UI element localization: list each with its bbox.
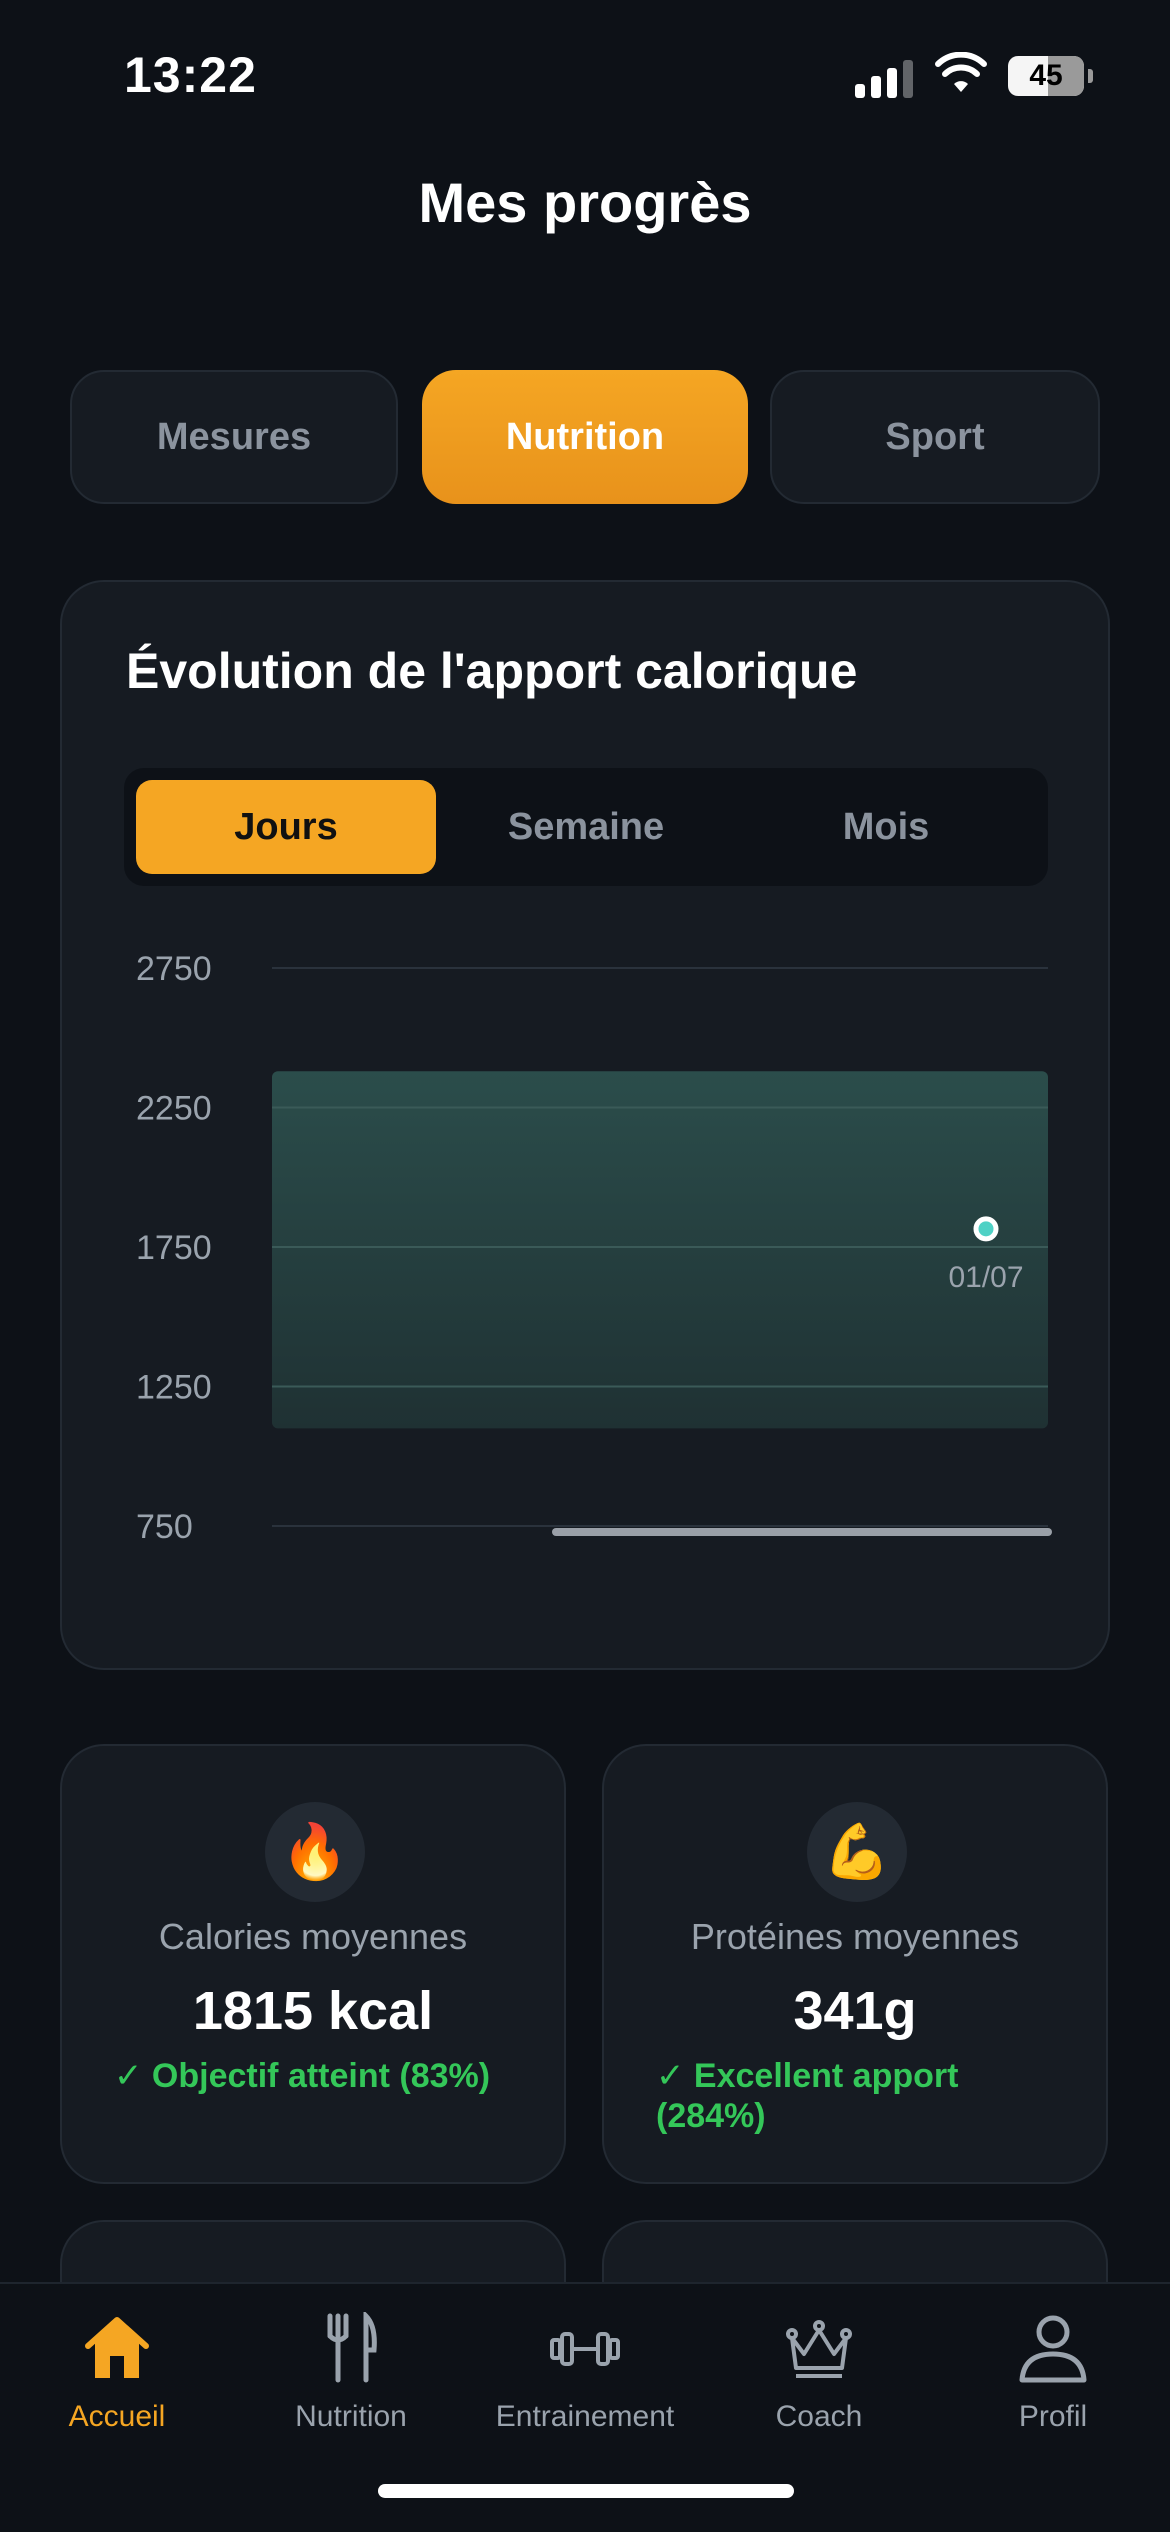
battery-level: 45 xyxy=(1029,59,1063,92)
cellular-signal-icon xyxy=(855,58,915,98)
chart-horizontal-scrollbar[interactable] xyxy=(552,1528,1052,1536)
status-time: 13:22 xyxy=(124,47,257,103)
calorie-line-chart[interactable]: 2750 2250 1750 1250 750 01/07 xyxy=(62,582,1108,1668)
y-axis-tick-label: 2750 xyxy=(136,950,212,988)
y-axis-tick-label: 1750 xyxy=(136,1229,212,1267)
nav-label-nutrition: Nutrition xyxy=(295,2400,407,2433)
average-calories-note: ✓ Objectif atteint (83%) xyxy=(114,2057,491,2095)
data-point[interactable] xyxy=(973,1216,999,1242)
target-range-band xyxy=(272,1071,1048,1429)
nav-label-accueil: Accueil xyxy=(68,2400,166,2433)
average-protein-card: 💪 Protéines moyennes 341g ✓ Excellent ap… xyxy=(602,1744,1108,2184)
nav-label-coach: Coach xyxy=(775,2400,863,2433)
status-bar: 13:22 45 xyxy=(0,0,1170,150)
nav-label-entrainement: Entrainement xyxy=(495,2400,675,2433)
nav-profil[interactable]: Profil xyxy=(936,2302,1170,2452)
wifi-icon xyxy=(935,52,987,92)
average-calories-card: 🔥 Calories moyennes 1815 kcal ✓ Objectif… xyxy=(60,1744,566,2184)
tab-mesures[interactable]: Mesures xyxy=(70,370,398,504)
flexed-biceps-icon: 💪 xyxy=(807,1802,907,1902)
home-indicator xyxy=(378,2484,794,2498)
screen: 13:22 45 Mes progrès Mesures Nutrition S… xyxy=(0,0,1170,2532)
average-calories-label: Calories moyennes xyxy=(158,1916,468,1957)
person-icon xyxy=(1019,2315,1087,2383)
average-protein-note: ✓ Excellent apport (284%) xyxy=(656,2057,959,2135)
y-axis-tick-label: 750 xyxy=(136,1508,193,1546)
average-protein-value: 341g xyxy=(793,1981,917,2041)
fork-knife-icon xyxy=(327,2312,377,2383)
y-axis-tick-label: 2250 xyxy=(136,1090,212,1128)
calorie-chart-card: Évolution de l'apport calorique Jours Se… xyxy=(60,580,1110,1670)
nav-label-profil: Profil xyxy=(1018,2400,1088,2433)
nav-entrainement[interactable]: Entrainement xyxy=(468,2302,702,2452)
average-protein-label: Protéines moyennes xyxy=(690,1916,1020,1957)
battery-icon: 45 xyxy=(1008,56,1093,96)
tab-sport[interactable]: Sport xyxy=(770,370,1100,504)
average-calories-value: 1815 kcal xyxy=(192,1981,434,2041)
tab-nutrition[interactable]: Nutrition xyxy=(422,370,748,504)
dumbbell-icon xyxy=(550,2332,620,2366)
y-axis-tick-label: 1250 xyxy=(136,1369,212,1407)
home-icon xyxy=(85,2317,149,2378)
fire-icon: 🔥 xyxy=(265,1802,365,1902)
nav-coach[interactable]: Coach xyxy=(702,2302,936,2452)
crown-icon xyxy=(786,2320,852,2378)
nav-accueil[interactable]: Accueil xyxy=(0,2302,234,2452)
x-axis-tick-label: 01/07 xyxy=(948,1261,1023,1294)
page-title: Mes progrès xyxy=(418,171,752,234)
nav-nutrition[interactable]: Nutrition xyxy=(234,2302,468,2452)
